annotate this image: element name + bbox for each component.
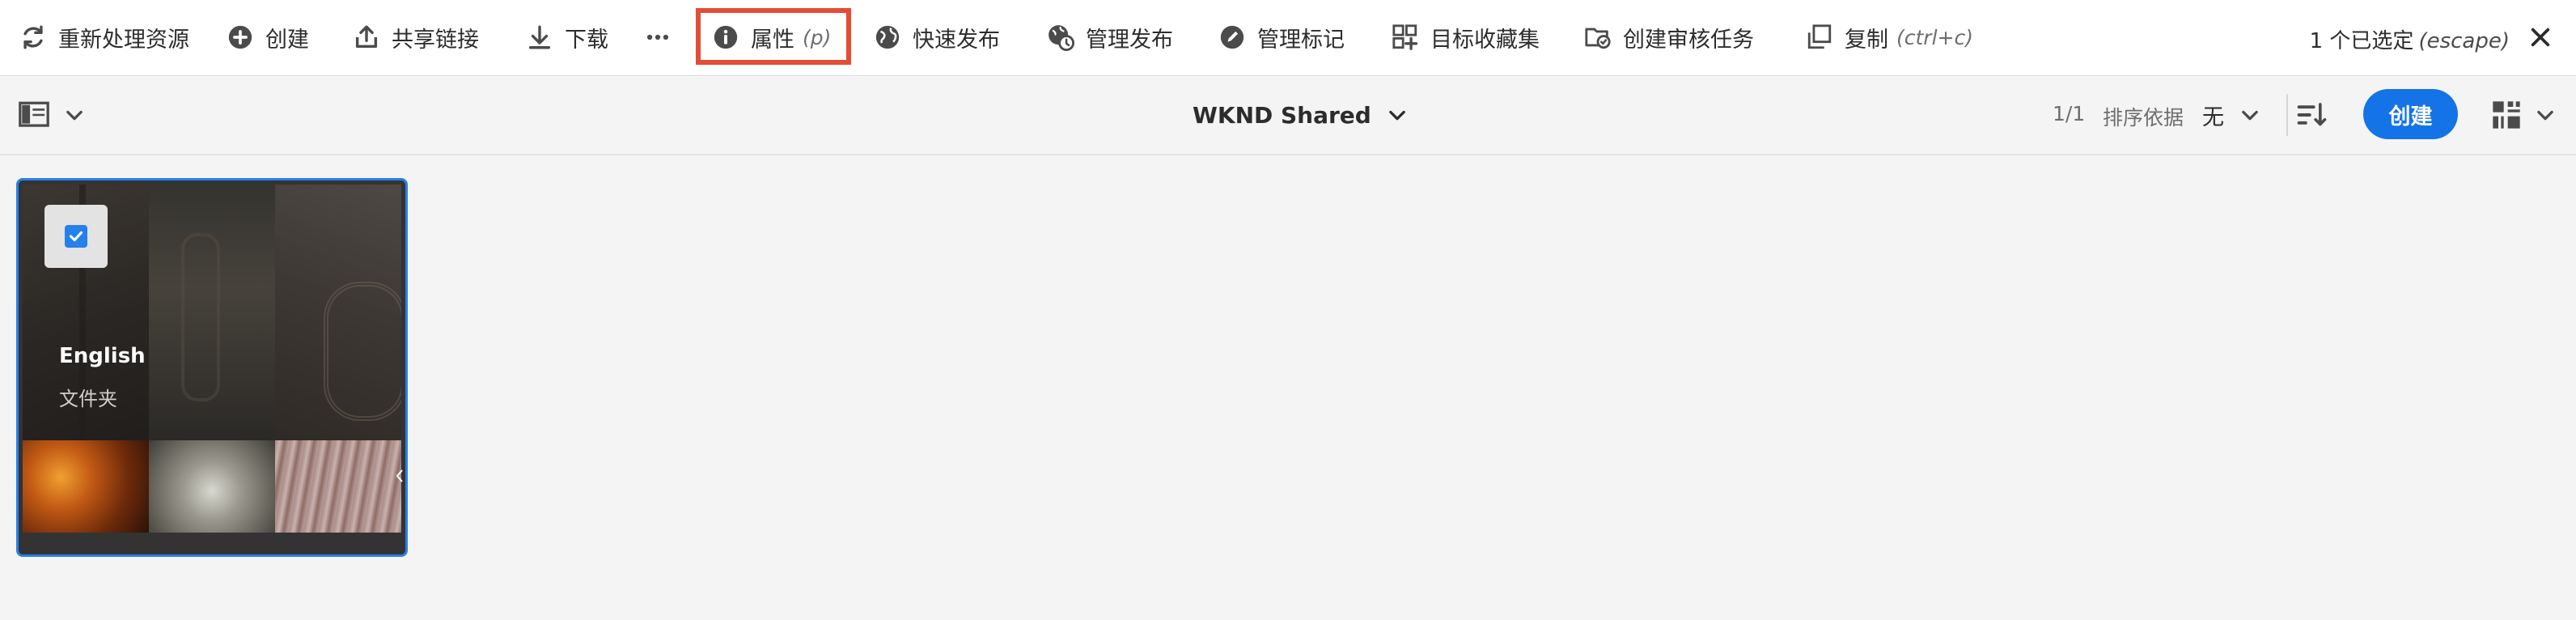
folder-review-icon (1584, 23, 1612, 51)
selection-count-text: 1 个已选定 (2309, 29, 2414, 53)
breadcrumb-title: WKND Shared (1193, 101, 1371, 129)
chevron-down-icon (2242, 110, 2258, 121)
collection-add-icon (1392, 23, 1419, 51)
add-to-collection-button[interactable]: 目标收藏集 (1392, 18, 1540, 57)
properties-shortcut: (p) (803, 25, 832, 49)
globe-clock-icon (1047, 23, 1074, 51)
action-bar: 重新处理资源 创建 共享链接 下载 属性 (p) 快速发布 管理发布 管理标记 … (0, 0, 2576, 76)
selection-escape-hint: (escape) (2418, 29, 2510, 53)
download-button[interactable]: 下载 (526, 18, 608, 57)
create-review-task-label: 创建审核任务 (1623, 27, 1754, 53)
card-title: English (59, 344, 146, 368)
view-switcher-button[interactable] (2490, 99, 2523, 131)
refresh-icon (19, 23, 47, 51)
manage-tags-button[interactable]: 管理标记 (1218, 18, 1345, 57)
properties-label: 属性 (751, 27, 794, 53)
create-action-button[interactable]: 创建 (227, 18, 309, 57)
item-count: 1/1 (2053, 102, 2086, 125)
folder-card[interactable]: English 文件夹 (16, 178, 408, 557)
more-actions-button[interactable] (644, 18, 672, 57)
rail-toggle-button[interactable] (18, 100, 50, 130)
add-to-collection-label: 目标收藏集 (1430, 27, 1540, 53)
card-view-icon (2493, 101, 2520, 129)
chevron-down-icon (2537, 110, 2553, 121)
pencil-icon (1218, 23, 1246, 51)
create-button[interactable]: 创建 (2363, 89, 2458, 139)
content-header-bar: WKND Shared 1/1 排序依据 无 创建 (0, 76, 2576, 155)
sort-by-value: 无 (2202, 104, 2224, 130)
side-panel-icon (19, 101, 49, 127)
ellipsis-icon (644, 23, 672, 51)
close-selection-button[interactable] (2527, 24, 2553, 50)
checkmark-icon (65, 225, 87, 248)
chevron-down-icon (66, 110, 83, 121)
globe-icon (874, 23, 901, 51)
create-review-task-button[interactable]: 创建审核任务 (1584, 18, 1754, 57)
manage-tags-label: 管理标记 (1257, 27, 1345, 53)
quick-publish-button[interactable]: 快速发布 (874, 18, 1000, 57)
rail-dropdown-button[interactable] (63, 104, 86, 126)
reprocess-assets-label: 重新处理资源 (58, 27, 189, 53)
selection-count: 1 个已选定 (escape) (2310, 24, 2510, 54)
thumbnail-tile (149, 440, 275, 533)
copy-button[interactable]: 复制 (ctrl+c) (1806, 18, 1973, 57)
sort-by-select[interactable]: 无 (2202, 99, 2261, 131)
thumbnail-tile (275, 440, 401, 533)
copy-label: 复制 (1845, 27, 1888, 53)
sort-direction-button[interactable] (2296, 100, 2328, 130)
reprocess-assets-button[interactable]: 重新处理资源 (19, 18, 189, 57)
close-icon (2531, 28, 2550, 47)
toolbar-divider (2286, 94, 2288, 136)
download-icon (526, 23, 553, 51)
sort-descending-icon (2297, 103, 2327, 126)
card-subtitle: 文件夹 (59, 388, 117, 410)
share-link-button[interactable]: 共享链接 (353, 18, 479, 57)
share-link-label: 共享链接 (392, 27, 479, 53)
add-circle-icon (227, 23, 254, 51)
breadcrumb-dropdown[interactable]: WKND Shared (1193, 99, 1409, 131)
sort-by-label: 排序依据 (2103, 106, 2184, 130)
chevron-left-icon (396, 469, 403, 482)
manage-publication-label: 管理发布 (1086, 27, 1173, 53)
copy-icon (1806, 23, 1833, 51)
manage-publication-button[interactable]: 管理发布 (1047, 18, 1173, 57)
quick-publish-label: 快速发布 (913, 27, 1000, 53)
share-icon (353, 23, 380, 51)
download-label: 下载 (565, 27, 608, 53)
create-action-label: 创建 (265, 27, 309, 53)
chevron-down-icon (1389, 110, 1405, 121)
copy-shortcut: (ctrl+c) (1896, 25, 1973, 49)
info-icon (712, 23, 739, 51)
card-select-checkbox[interactable] (44, 205, 108, 268)
properties-button[interactable]: 属性 (p) (712, 18, 831, 57)
thumbnail-tile (23, 440, 149, 533)
view-dropdown-button[interactable] (2534, 104, 2557, 126)
